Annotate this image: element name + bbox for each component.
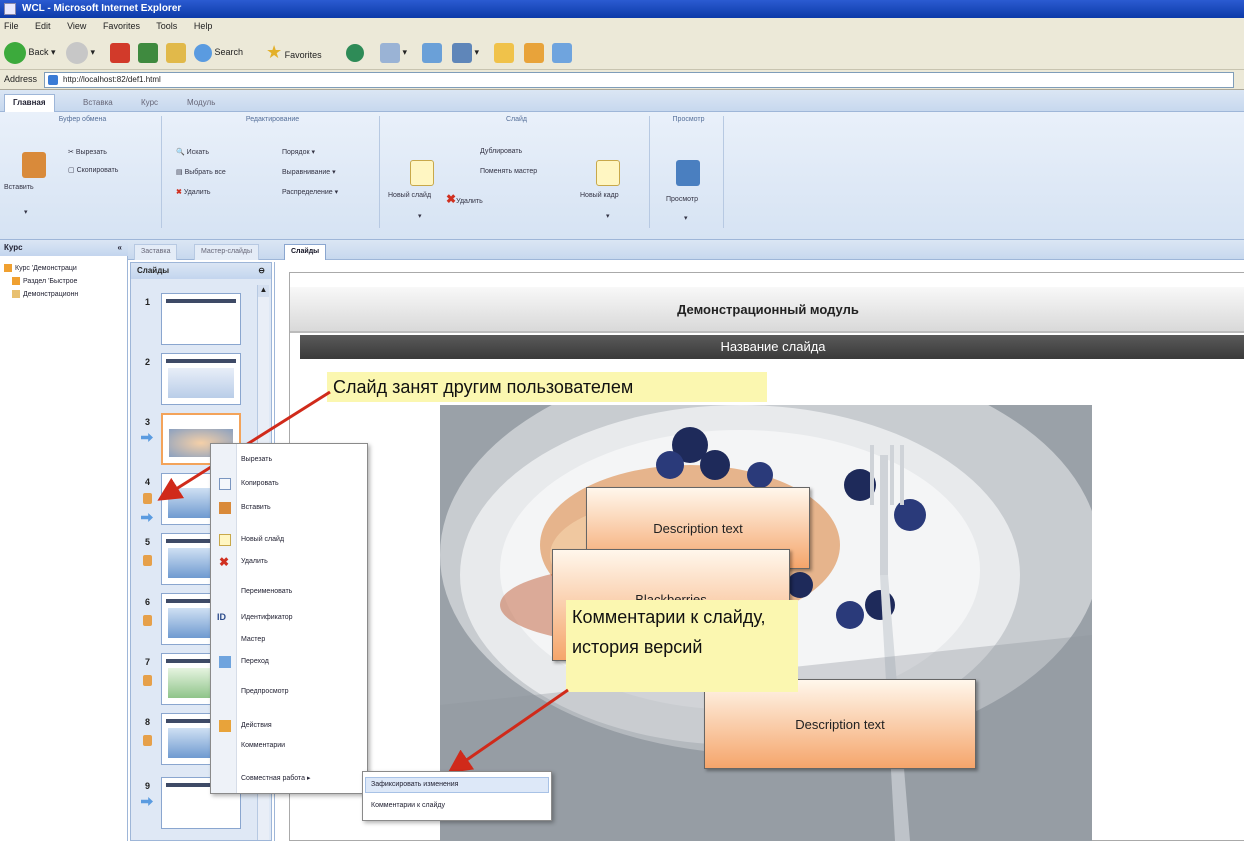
menu-item-comments[interactable]: Комментарии — [241, 742, 285, 749]
menu-item-copy[interactable]: Копировать — [241, 480, 279, 487]
menu-item-rename[interactable]: Переименовать — [241, 588, 292, 595]
arrow-to-submenu — [447, 688, 569, 774]
menu-item-delete[interactable]: Удалить — [241, 558, 268, 565]
menu-item-commit-changes[interactable]: Зафиксировать изменения — [371, 781, 458, 788]
menu-item-paste[interactable]: Вставить — [241, 504, 271, 511]
transition-icon — [219, 656, 231, 668]
menu-item-transition[interactable]: Переход — [241, 658, 269, 665]
menu-item-new-slide[interactable]: Новый слайд — [241, 536, 284, 543]
menu-item-slide-comments[interactable]: Комментарии к слайду — [371, 802, 445, 809]
menu-item-cut[interactable]: Вырезать — [241, 456, 272, 463]
collaboration-submenu: Зафиксировать изменения Комментарии к сл… — [362, 771, 552, 821]
delete-x-icon: ✖ — [219, 555, 230, 569]
annotation-arrows — [157, 390, 569, 774]
new-slide-icon — [219, 534, 231, 546]
actions-icon — [219, 720, 231, 732]
menu-item-identifier[interactable]: Идентификатор — [241, 614, 293, 621]
menu-item-actions[interactable]: Действия — [241, 722, 272, 729]
menu-item-preview[interactable]: Предпросмотр — [241, 688, 288, 695]
menu-item-collaboration[interactable]: Совместная работа ▸ — [241, 774, 311, 782]
menu-item-master[interactable]: Мастер — [241, 636, 265, 643]
paste-icon — [219, 502, 231, 514]
submenu-arrow-icon: ▸ — [307, 775, 311, 782]
slide-context-menu: Вырезать Копировать Вставить Новый слайд… — [210, 443, 368, 794]
id-icon: ID — [217, 612, 226, 622]
copy-icon — [219, 478, 231, 490]
